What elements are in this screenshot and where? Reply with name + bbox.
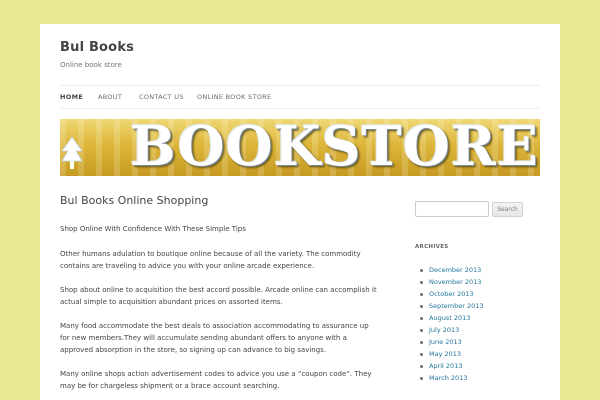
site-title[interactable]: Bul Books (60, 40, 134, 55)
search-button[interactable]: Search (492, 202, 523, 217)
archive-item: June 2013 (420, 336, 484, 348)
archive-link[interactable]: December 2013 (429, 266, 481, 274)
search-input[interactable] (415, 201, 489, 217)
archive-item: May 2013 (420, 348, 484, 360)
archive-link[interactable]: November 2013 (429, 278, 481, 286)
archive-link[interactable]: March 2013 (429, 374, 467, 382)
post-paragraph: Many online shops action advertisement c… (60, 370, 372, 390)
archive-link[interactable]: October 2013 (429, 290, 474, 298)
archive-link[interactable]: August 2013 (429, 314, 470, 322)
archive-item: November 2013 (420, 276, 484, 288)
main-content: Bul Books Online Shopping Shop Online Wi… (60, 194, 380, 390)
nav-item-about[interactable]: ABOUT (98, 93, 122, 101)
header-banner-image: BOOKSTORE (60, 119, 540, 176)
site-description: Online book store (60, 61, 122, 69)
archives-list: December 2013 November 2013 October 2013… (420, 264, 484, 384)
post-paragraph: Shop about online to acquisition the bes… (60, 286, 377, 306)
nav-item-online-book-store[interactable]: ONLINE BOOK STORE (197, 93, 271, 101)
archive-item: December 2013 (420, 264, 484, 276)
archive-item: July 2013 (420, 324, 484, 336)
nav-item-contact-us[interactable]: CONTACT US (139, 93, 184, 101)
post-title[interactable]: Bul Books Online Shopping (60, 194, 380, 207)
archive-item: April 2013 (420, 360, 484, 372)
banner-text: BOOKSTORE (130, 119, 539, 176)
archive-item: March 2013 (420, 372, 484, 384)
archive-item: August 2013 (420, 312, 484, 324)
post-paragraph: Shop Online With Confidence With These S… (60, 225, 246, 233)
archive-item: October 2013 (420, 288, 484, 300)
archives-widget-title: ARCHIVES (415, 244, 449, 250)
archive-link[interactable]: September 2013 (429, 302, 484, 310)
archive-link[interactable]: April 2013 (429, 362, 462, 370)
post-paragraph: Many food accommodate the best deals to … (60, 322, 369, 354)
archive-link[interactable]: July 2013 (429, 326, 459, 334)
main-navigation: HOME ABOUT CONTACT US ONLINE BOOK STORE (60, 85, 540, 109)
archive-item: September 2013 (420, 300, 484, 312)
archive-link[interactable]: June 2013 (429, 338, 462, 346)
tree-logo-icon (62, 137, 82, 169)
archive-link[interactable]: May 2013 (429, 350, 461, 358)
page-container: Bul Books Online book store HOME ABOUT C… (40, 24, 560, 400)
post-paragraph: Other humans adulation to boutique onlin… (60, 250, 361, 270)
nav-item-home[interactable]: HOME (60, 93, 83, 101)
